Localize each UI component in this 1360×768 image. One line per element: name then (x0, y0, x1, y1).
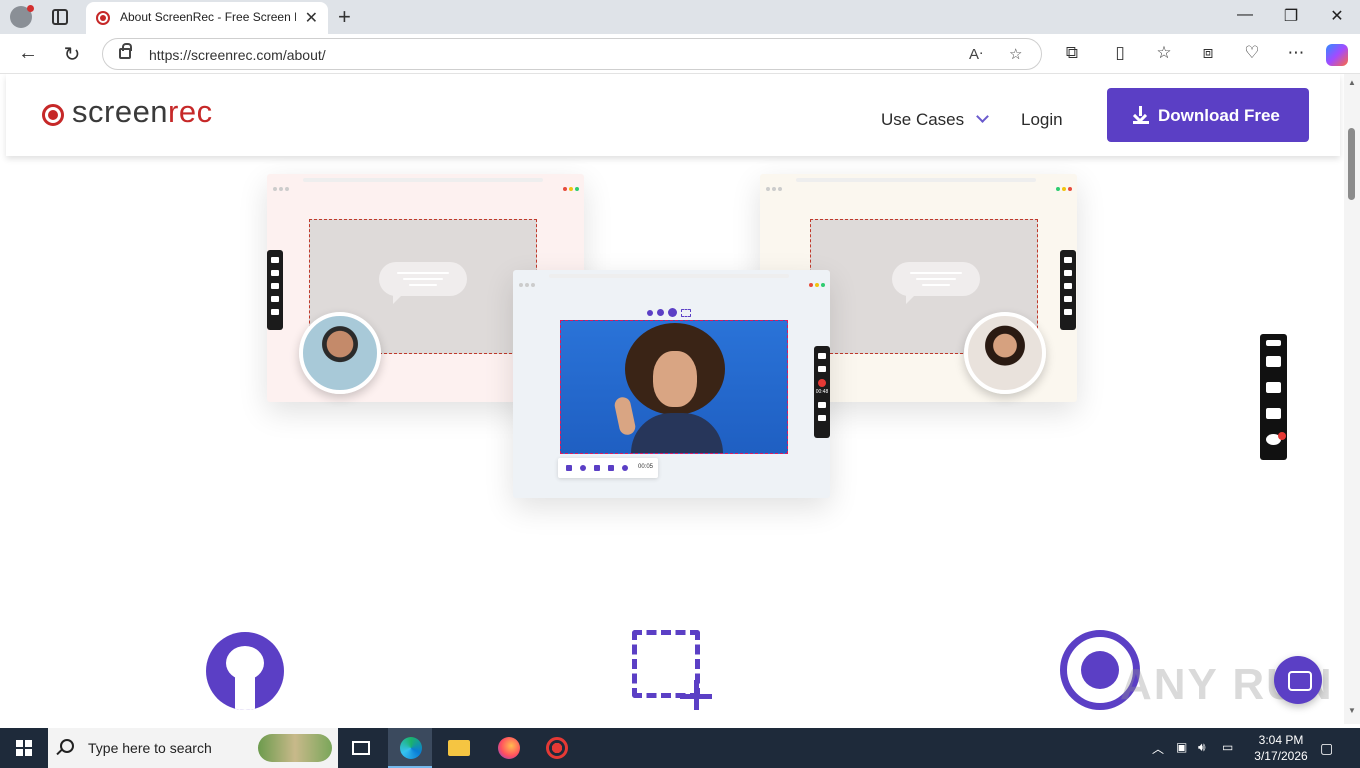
taskbar-search-box[interactable]: Type here to search (48, 728, 338, 768)
search-highlight-image (258, 734, 332, 762)
extensions-icon[interactable]: ⧉ (1060, 43, 1084, 63)
chat-bubble-graphic (892, 262, 980, 304)
browser-tab-bar: About ScreenRec - Free Screen Re ✕ + — ❐… (0, 0, 1360, 34)
back-arrow-icon[interactable]: ← (15, 42, 41, 65)
network-icon[interactable]: ▭ (1222, 740, 1233, 754)
screenrec-taskbar-icon[interactable] (534, 728, 578, 768)
url-field[interactable]: https://screenrec.com/about/ Aᐧ ☆ (102, 38, 1042, 70)
meet-now-icon[interactable]: ▣ (1176, 740, 1187, 754)
download-icon (1133, 106, 1147, 122)
chat-widget-button[interactable] (1274, 656, 1322, 704)
scroll-thumb[interactable] (1348, 128, 1355, 200)
logo-text-screen: screen (72, 94, 169, 129)
notifications-icon[interactable]: ▢ (1320, 740, 1333, 757)
new-tab-button[interactable]: + (338, 4, 351, 30)
scroll-down-icon[interactable]: ▼ (1348, 706, 1356, 715)
copilot-icon[interactable] (1326, 44, 1348, 66)
woman-avatar-image (964, 312, 1046, 394)
collections-icon[interactable]: ⧈ (1196, 43, 1220, 63)
more-menu-icon[interactable]: ⋯ (1284, 43, 1308, 63)
profile-avatar-icon[interactable] (10, 5, 34, 28)
volume-icon[interactable]: 🔊︎ (1198, 740, 1206, 755)
favorite-star-icon[interactable]: ☆ (1009, 45, 1022, 63)
read-aloud-icon[interactable]: Aᐧ (969, 45, 983, 63)
tab-title: About ScreenRec - Free Screen Re (120, 10, 296, 24)
recorder-toolbar: 00:48 (814, 346, 830, 438)
screenrec-favicon-icon (96, 11, 110, 25)
chevron-down-icon[interactable] (976, 110, 989, 123)
browser-tab-active[interactable]: About ScreenRec - Free Screen Re ✕ (86, 2, 328, 34)
firefox-icon[interactable] (486, 728, 530, 768)
download-button-label: Download Free (1158, 106, 1280, 125)
refresh-icon[interactable]: ↻ (59, 42, 85, 67)
video-icon[interactable] (1266, 382, 1281, 393)
site-header: screenrec Use Cases Login Download Free (6, 74, 1340, 156)
recorder-toolbar (267, 250, 283, 330)
chat-bubble-graphic (379, 262, 467, 304)
download-free-button[interactable]: Download Free (1107, 88, 1309, 142)
favorites-icon[interactable]: ☆ (1152, 43, 1176, 63)
lock-icon[interactable] (119, 43, 132, 59)
tray-overflow-chevron-icon[interactable]: ︿ (1152, 740, 1164, 757)
edge-taskbar-icon[interactable] (388, 728, 432, 768)
tab-actions-icon[interactable] (52, 9, 68, 25)
mockup-window-center: 00:48 00:05 (513, 270, 830, 498)
screenrec-logo-icon[interactable] (42, 104, 64, 126)
nav-use-cases[interactable]: Use Cases (881, 110, 964, 130)
page-content: screenrec Use Cases Login Download Free (0, 74, 1344, 724)
split-screen-icon[interactable]: ▯ (1108, 43, 1132, 63)
screenrec-floating-toolbar[interactable] (1260, 334, 1287, 460)
url-text[interactable]: https://screenrec.com/about/ (149, 47, 326, 63)
scroll-up-icon[interactable]: ▲ (1348, 78, 1356, 87)
man-avatar-image (299, 312, 381, 394)
recorder-toolbar (1060, 250, 1076, 330)
search-icon (60, 739, 74, 753)
windows-start-icon[interactable] (16, 740, 32, 756)
browser-address-bar: ← ↻ https://screenrec.com/about/ Aᐧ ☆ ⧉ … (0, 34, 1360, 74)
gallery-icon[interactable] (1266, 408, 1281, 419)
taskbar-clock[interactable]: 3:04 PM 3/17/2026 (1246, 732, 1316, 764)
notification-badge (1278, 432, 1286, 440)
windows-taskbar: Type here to search ︿ ▣ 🔊︎ ▭ 3:04 PM 3/1… (0, 728, 1360, 768)
recording-time: 00:05 (638, 464, 654, 470)
logo-text-rec: rec (168, 94, 213, 129)
woman-pointing-photo (560, 320, 788, 454)
search-placeholder: Type here to search (88, 740, 212, 756)
window-minimize-button[interactable]: — (1230, 6, 1260, 24)
window-close-button[interactable]: ✕ (1322, 6, 1352, 26)
clock-date: 3/17/2026 (1254, 749, 1308, 763)
browser-essentials-icon[interactable]: ♡ (1240, 43, 1264, 63)
camera-icon[interactable] (1266, 356, 1281, 367)
task-view-icon[interactable] (340, 728, 384, 768)
page-scrollbar[interactable]: ▲ ▼ (1344, 74, 1360, 724)
tab-close-icon[interactable]: ✕ (305, 8, 318, 28)
site-logo[interactable]: screenrec (72, 94, 213, 130)
recording-timer: 00:48 (815, 389, 829, 395)
window-restore-button[interactable]: ❐ (1276, 6, 1306, 26)
recording-control-bar: 00:05 (558, 458, 658, 478)
pin-icon[interactable] (1266, 340, 1281, 346)
nav-login[interactable]: Login (1021, 110, 1063, 130)
file-explorer-icon[interactable] (436, 728, 480, 768)
github-icon (206, 632, 284, 710)
region-select-icon (632, 630, 700, 698)
clock-time: 3:04 PM (1258, 733, 1304, 747)
